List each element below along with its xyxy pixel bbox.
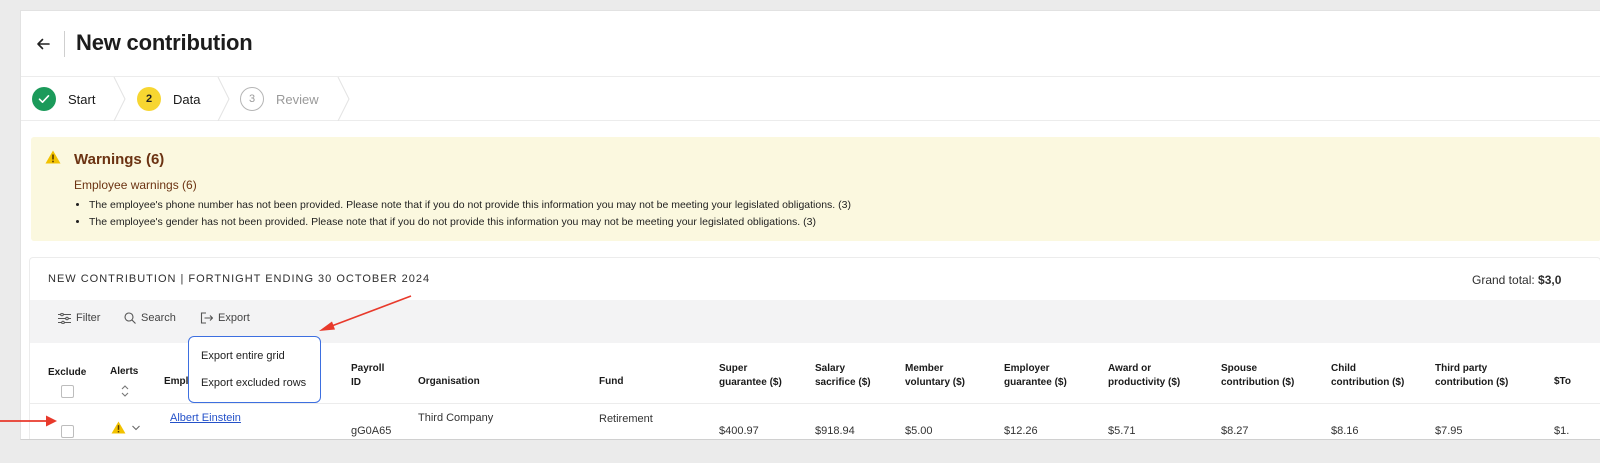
col-child-line1: Child [1331,363,1356,374]
col-spouse-contribution: Spouse contribution ($) [1221,362,1294,390]
col-super-guarantee: Super guarantee ($) [719,362,782,390]
step-separator-icon [113,77,126,121]
col-salary-line1: Salary [815,363,846,374]
col-exclude: Exclude [48,367,87,378]
cell-child-contribution: $8.16 [1331,425,1359,437]
col-payroll-line1: Payroll [351,363,385,374]
col-fund: Fund [599,376,624,387]
step-separator-icon [337,77,350,121]
step-label: Review [276,91,319,107]
col-third-line2: contribution ($) [1435,377,1509,388]
export-dropdown-menu: Export entire grid Export excluded rows [188,336,321,403]
col-member-line2: voluntary ($) [905,377,966,388]
progress-stepper: Start 2 Data 3 Review [21,77,1600,121]
exclude-row-checkbox[interactable] [61,425,74,438]
chevron-down-icon[interactable] [131,424,141,432]
header-divider [64,31,65,57]
search-label: Search [141,312,176,324]
search-button[interactable]: Search [124,312,176,324]
cell-member-voluntary: $5.00 [905,425,933,437]
warning-item: The employee's gender has not been provi… [89,216,851,228]
annotation-arrow-icon [0,415,57,427]
warnings-list: The employee's phone number has not been… [89,199,851,233]
col-member-voluntary: Member voluntary ($) [905,362,965,390]
col-payroll-id: Payroll ID [351,362,384,390]
step-data[interactable]: 2 Data [137,77,200,121]
col-third-line1: Third party [1435,363,1488,374]
export-button[interactable]: Export [200,312,250,324]
step-separator-icon [217,77,230,121]
col-total: $To [1554,376,1572,387]
col-award-line1: Award or [1108,363,1152,374]
employee-warnings-subtitle: Employee warnings (6) [74,178,197,192]
cell-award-productivity: $5.71 [1108,425,1136,437]
grand-total: Grand total: $3,0 [1472,273,1561,287]
warning-icon[interactable] [111,421,126,434]
col-super-line1: Super [719,363,748,374]
col-organisation: Organisation [418,376,480,387]
page-title: New contribution [76,30,253,55]
col-third-party-contribution: Third party contribution ($) [1435,362,1508,390]
annotation-arrow-icon [319,295,412,331]
sort-icon[interactable] [120,384,130,398]
cell-employer-guarantee: $12.26 [1004,425,1038,437]
cell-payroll-id: gG0A65 [351,425,392,437]
col-employer-guarantee: Employer guarantee ($) [1004,362,1067,390]
page-header: New contribution [21,11,1600,77]
back-arrow-icon[interactable] [32,33,54,55]
step-start[interactable]: Start [32,77,95,121]
step-label: Start [68,91,96,107]
col-member-line1: Member [905,363,944,374]
cell-fund: Retirement [599,413,653,425]
warnings-banner: Warnings (6) Employee warnings (6) The e… [31,137,1600,241]
cell-salary-sacrifice: $918.94 [815,425,855,437]
export-icon [200,312,213,324]
cell-spouse-contribution: $8.27 [1221,425,1249,437]
exclude-all-checkbox[interactable] [61,385,74,398]
filter-button[interactable]: Filter [58,312,100,324]
col-child-contribution: Child contribution ($) [1331,362,1404,390]
col-payroll-line2: ID [351,377,361,388]
step-label: Data [173,91,201,107]
cell-third-party-contribution: $7.95 [1435,425,1463,437]
grid-heading: NEW CONTRIBUTION | FORTNIGHT ENDING 30 O… [48,273,431,285]
col-child-line2: contribution ($) [1331,377,1405,388]
filter-label: Filter [76,312,101,324]
step-review[interactable]: 3 Review [240,77,319,121]
col-award-line2: productivity ($) [1108,377,1181,388]
col-employer-line2: guarantee ($) [1004,377,1067,388]
grand-total-value: $3,0 [1538,273,1562,287]
export-label: Export [218,312,250,324]
cell-total: $1. [1554,425,1570,437]
search-icon [124,312,136,324]
export-excluded-rows-option[interactable]: Export excluded rows [201,377,306,389]
export-entire-grid-option[interactable]: Export entire grid [201,350,285,362]
check-icon [32,87,56,111]
table-row: Albert Einstein gG0A65 Third Company Ret… [30,403,1600,439]
col-salary-sacrifice: Salary sacrifice ($) [815,362,871,390]
cell-organisation: Third Company [418,412,494,424]
grand-total-label: Grand total: [1472,273,1535,287]
warning-icon [45,150,61,164]
step-number: 3 [240,87,264,111]
col-alerts: Alerts [110,366,139,377]
warning-item: The employee's phone number has not been… [89,199,851,211]
warnings-title: Warnings (6) [74,151,165,168]
col-super-line2: guarantee ($) [719,377,782,388]
col-spouse-line2: contribution ($) [1221,377,1295,388]
filter-icon [58,312,71,324]
cell-super-guarantee: $400.97 [719,425,759,437]
col-employer-line1: Employer [1004,363,1050,374]
col-salary-line2: sacrifice ($) [815,377,871,388]
employee-link[interactable]: Albert Einstein [170,412,241,424]
step-number: 2 [137,87,161,111]
col-award-productivity: Award or productivity ($) [1108,362,1180,390]
col-spouse-line1: Spouse [1221,363,1258,374]
